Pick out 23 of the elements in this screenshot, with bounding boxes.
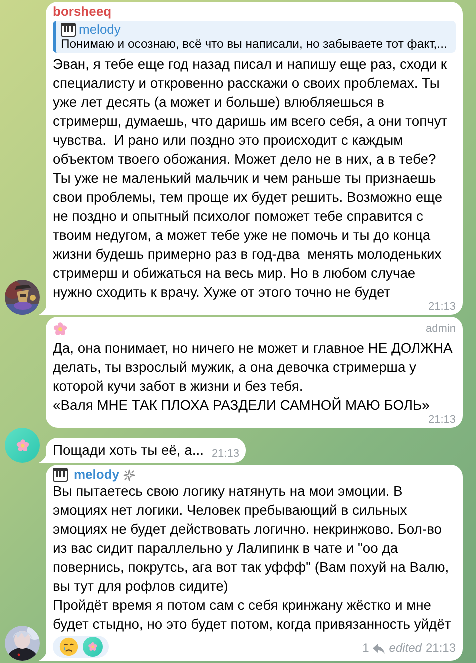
flower-icon	[88, 642, 98, 652]
message-text: Пощади хоть ты её, а...	[53, 441, 204, 460]
reply-quote[interactable]: melody Понимаю и осознаю, всё что вы написали, но забываете тот факт,...	[53, 21, 456, 53]
message-time: 21:13	[428, 302, 456, 312]
reply-text: Понимаю и осознаю, всё что вы написали, но забываете тот факт,...	[61, 37, 448, 52]
flower-icon	[53, 322, 68, 337]
crying-face-icon[interactable]	[59, 637, 79, 657]
avatar[interactable]	[5, 428, 40, 463]
reply-count: 1	[362, 640, 370, 657]
reply-sender: melody	[79, 22, 121, 37]
message-time: 21:13	[428, 415, 456, 425]
sender-name[interactable]: borsheeq	[53, 5, 112, 19]
admin-label: admin	[426, 322, 456, 337]
edited-label: edited	[389, 640, 422, 657]
message-text: Да, она понимает, но ничего не может и главное НЕ ДОЛЖНА делать, ты взрослый мужик, а она девочка стримерша у которой кучи забот в жизни и без тебя. «Валя МНЕ ТАК ПЛОХА РАЗДЕЛИ САМНОЙ МАЮ БОЛЬ»	[53, 339, 454, 415]
message-time: 21:13	[426, 640, 456, 657]
reply-icon	[373, 644, 386, 654]
flower-icon	[16, 438, 30, 452]
piano-icon	[61, 22, 76, 36]
sender-name[interactable]: melody	[74, 468, 120, 482]
message-time: 21:13	[212, 449, 240, 459]
message-text: Вы пытаетесь свою логику натянуть на мои эмоции. В эмоциях нет логики. Человек пребывающий в сильных эмоциях не будет действовать логично. некринжово. Бол-во из вас сидит параллельно у Лалипинк в чате и "оо да повернись, покрутсь, ага вот так уффф" (Вам похуй на Валю, вы тут для рофлов сидите) Пройдёт время я потом сам с себя кринжану жёстко и мне будет стыдно, но это будет потом, когда привязанность уйдёт	[53, 482, 452, 634]
message-text: Эван, я тебе еще год назад писал и напишу еще раз, сходи к специалисту и откровенно расскажи о своих проблемах. Ты уже лет десять (а может и больше) влюбляешься в стримерш, думаешь, что даришь им всего себя, а они топчут чувства. И рано или поздно это происходит с каждым объектом твоего обожания. Может дело не в них, а в тебе? Ты уже не маленький мальчик и чем раньше ты признаешь свои проблемы, тем проще их будет решить. Возможно еще не поздно и опытный психолог поможет тебе справится с твоим недугом, а может тебе уже не помочь и ты до конца жизни будешь примерно раз в год-два менять молоденьких стримерш и обижаться на весь мир. Но в любом случае нужно сходить к врачу. Хуже от этого точно не будет	[53, 55, 449, 302]
